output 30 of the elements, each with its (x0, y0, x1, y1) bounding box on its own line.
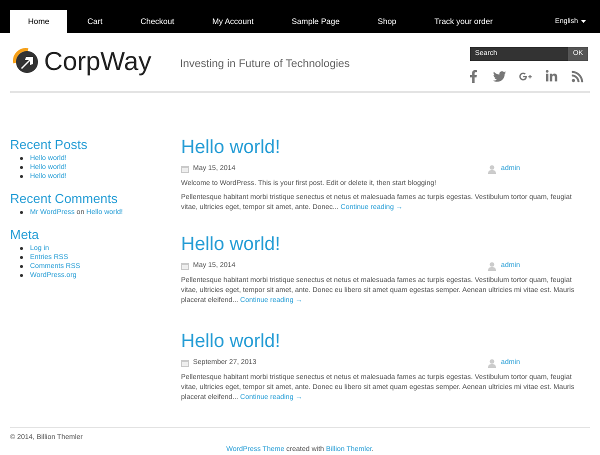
bullet-icon (20, 157, 23, 160)
bullet-icon (20, 175, 23, 178)
rss-icon[interactable] (571, 70, 584, 83)
caret-icon (581, 20, 586, 24)
bullet-icon (20, 256, 23, 259)
post-title[interactable]: Hello world! (181, 137, 590, 159)
google-plus-icon[interactable] (519, 70, 532, 83)
user-icon (488, 358, 496, 368)
twitter-icon[interactable] (493, 70, 506, 83)
logo-icon (12, 47, 40, 75)
widget-title: Recent Comments (10, 191, 119, 207)
bullet-icon (20, 211, 23, 214)
user-icon (488, 262, 496, 271)
calendar-icon (181, 360, 189, 367)
linkedin-icon[interactable] (545, 70, 558, 83)
bullet-icon (20, 166, 23, 169)
calendar-icon (181, 262, 189, 270)
tagline: Investing in Future of Technologies (180, 57, 350, 72)
logo-text: CorpWay (44, 48, 152, 74)
post-title[interactable]: Hello world! (181, 331, 590, 353)
widget-title: Meta (10, 227, 40, 243)
post-title[interactable]: Hello world! (181, 234, 590, 256)
widget-title: Recent Posts (10, 137, 88, 153)
nav-tab[interactable]: Home (10, 10, 68, 33)
bullet-icon (20, 247, 23, 250)
bullet-icon (20, 274, 23, 277)
user-icon (488, 164, 496, 174)
calendar-icon (181, 166, 189, 173)
bullet-icon (20, 265, 23, 268)
facebook-icon[interactable] (467, 70, 480, 83)
